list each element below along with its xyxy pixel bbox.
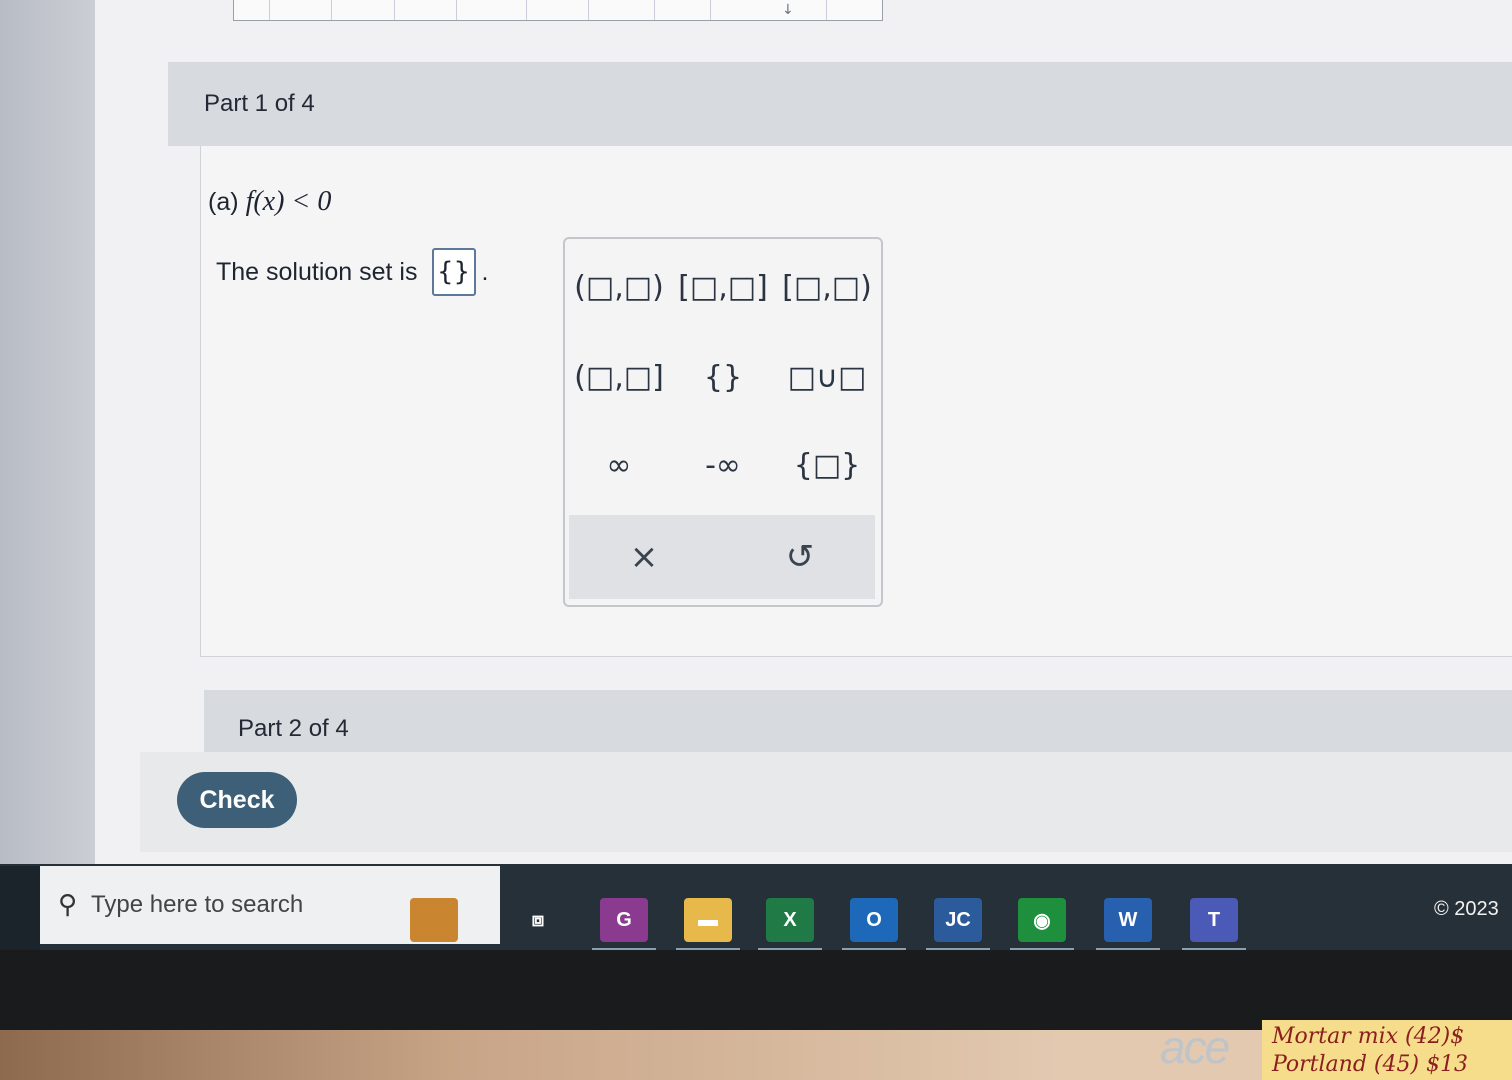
question-prefix: (a) <box>208 188 239 216</box>
outlook-icon[interactable]: O <box>850 898 898 942</box>
search-icon: ⚲ <box>58 890 78 920</box>
part1-header: Part 1 of 4 <box>168 62 1512 146</box>
solution-suffix: . <box>481 257 489 286</box>
word-icon[interactable]: W <box>1104 898 1152 942</box>
open-interval-button[interactable]: (□,□) <box>571 259 667 315</box>
question: (a) f(x) < 0 <box>208 186 331 218</box>
negative-infinity-button[interactable]: -∞ <box>675 437 771 493</box>
teams-icon[interactable]: T <box>1190 898 1238 942</box>
solution-label: The solution set is <box>216 257 418 286</box>
union-button[interactable]: □∪□ <box>779 349 875 405</box>
down-arrow-icon: ↓ <box>782 2 794 18</box>
pdf-icon[interactable]: G <box>600 898 648 942</box>
math-palette: (□,□) [□,□] [□,□) (□,□] {} □∪□ ∞ -∞ {□} … <box>563 237 883 607</box>
clear-icon[interactable]: × <box>569 515 719 599</box>
search-placeholder: Type here to search <box>91 891 304 918</box>
graph-strip: ↓ <box>233 0 883 21</box>
infinity-button[interactable]: ∞ <box>571 437 667 493</box>
start-button[interactable] <box>0 866 40 950</box>
set-braces-button[interactable]: {□} <box>779 437 875 493</box>
excel-icon[interactable]: X <box>766 898 814 942</box>
part2-title: Part 2 of 4 <box>238 715 349 742</box>
empty-set-button[interactable]: {} <box>675 349 771 405</box>
closed-interval-button[interactable]: [□,□] <box>675 259 771 315</box>
file-explorer-icon[interactable]: ▬ <box>684 898 732 942</box>
check-button[interactable]: Check <box>177 772 297 828</box>
copyright-text: © 2023 <box>1434 898 1499 920</box>
half-open-right-button[interactable]: [□,□) <box>779 259 875 315</box>
palette-footer: × ↺ <box>569 515 875 599</box>
undo-icon[interactable]: ↺ <box>725 515 875 599</box>
footer-bar <box>140 752 1512 852</box>
solution-line: The solution set is {} . <box>216 248 488 296</box>
chrome-icon[interactable]: ◉ <box>1018 898 1066 942</box>
sticky-line-2: Portland (45) $13 <box>1272 1052 1469 1077</box>
sticky-line-1: Mortar mix (42)$ <box>1272 1024 1465 1049</box>
briefcase-icon[interactable] <box>410 898 458 942</box>
monitor-brand-logo: ace <box>1160 1021 1230 1073</box>
half-open-left-button[interactable]: (□,□] <box>571 349 667 405</box>
sticky-note: Mortar mix (42)$ Portland (45) $13 <box>1262 1020 1512 1080</box>
task-view-icon[interactable]: ⧈ <box>514 898 562 942</box>
jc-icon[interactable]: JC <box>934 898 982 942</box>
question-expression: f(x) < 0 <box>245 186 332 217</box>
part1-title: Part 1 of 4 <box>204 90 315 117</box>
answer-input[interactable]: {} <box>431 248 476 296</box>
